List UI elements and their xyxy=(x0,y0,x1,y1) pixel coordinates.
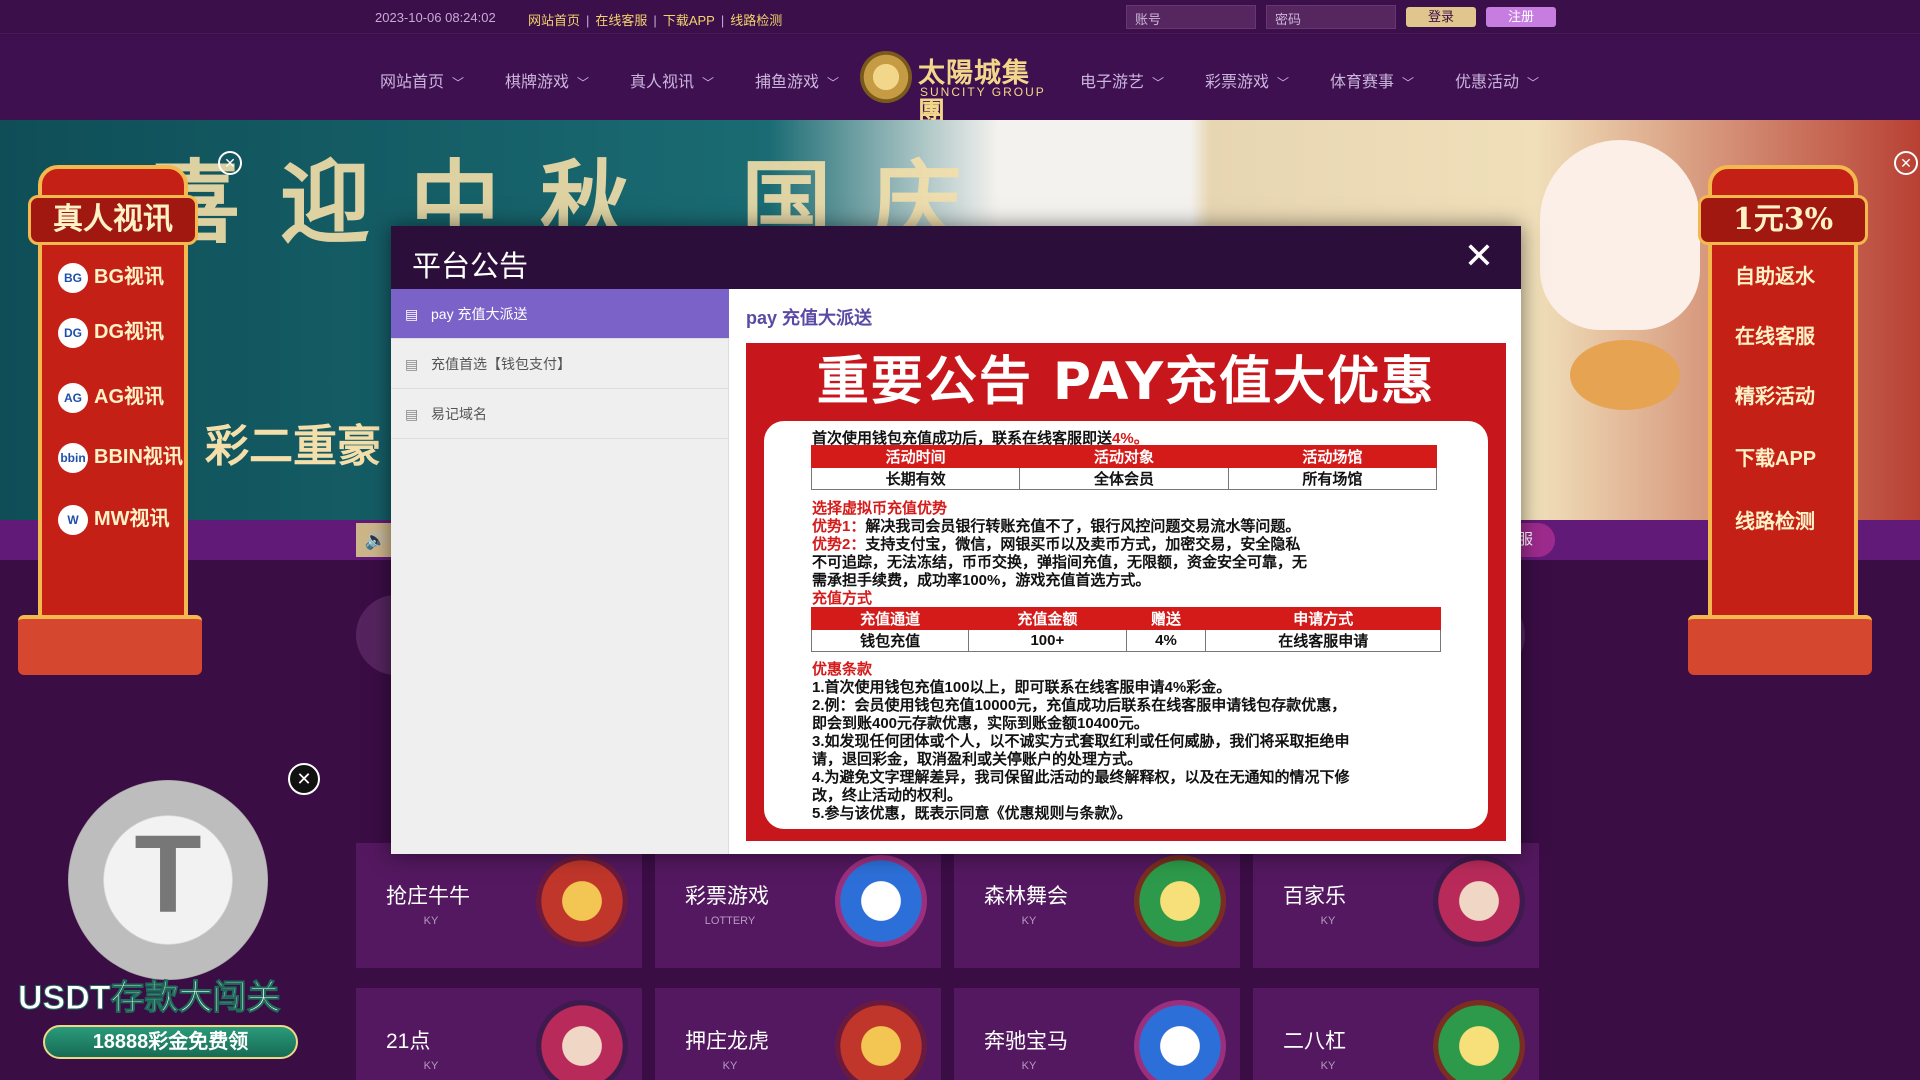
password-input[interactable]: 密码 xyxy=(1266,5,1396,29)
dg-icon: DG xyxy=(58,317,88,348)
account-input[interactable]: 账号 xyxy=(1126,5,1256,29)
game-icon xyxy=(536,1000,628,1080)
game-card[interactable]: 二八杠 KY xyxy=(1253,988,1539,1080)
right-float-item[interactable]: 精彩活动 xyxy=(1735,380,1865,420)
right-float-item[interactable]: 下载APP xyxy=(1735,442,1865,482)
announcement-item[interactable]: 易记域名 xyxy=(391,389,729,439)
game-icon xyxy=(536,855,628,947)
right-float-header: 1元3% xyxy=(1698,195,1868,245)
left-float-base xyxy=(18,615,202,675)
top-link-home[interactable]: 网站首页 xyxy=(528,13,580,28)
nav-item-live[interactable]: 真人视讯 xyxy=(630,68,714,92)
nav-item-chess[interactable]: 棋牌游戏 xyxy=(505,68,589,92)
close-icon[interactable]: ✕ xyxy=(218,151,242,175)
close-icon[interactable]: ✕ xyxy=(1894,151,1918,175)
right-float-base xyxy=(1688,615,1872,675)
game-icon xyxy=(835,1000,927,1080)
game-icon xyxy=(1134,855,1226,947)
site-logo[interactable]: 太陽城集團 SUNCITY GROUP xyxy=(860,47,1055,127)
mooncake-illustration xyxy=(1570,340,1680,410)
left-float-item[interactable]: BG BG视讯 xyxy=(58,260,188,300)
announcement-list: pay 充值大派送 充值首选【钱包支付】 易记域名 xyxy=(391,289,729,854)
left-float-item[interactable]: DG DG视讯 xyxy=(58,315,188,355)
usdt-promo-title: USDT存款大闯关 xyxy=(18,979,282,1018)
left-float-ad: 真人视讯 BG BG视讯 DG DG视讯 AG AG视讯 bbin BBIN视讯 W MW… xyxy=(10,151,242,675)
nav-item-promos[interactable]: 优惠活动 xyxy=(1455,68,1539,92)
right-float-item[interactable]: 在线客服 xyxy=(1735,320,1865,360)
main-nav: 网站首页 棋牌游戏 真人视讯 捕鱼游戏 太陽城集團 SUNCITY GROUP … xyxy=(0,35,1920,127)
register-button[interactable]: 注册 xyxy=(1486,7,1556,27)
game-card[interactable]: 奔驰宝马 KY xyxy=(954,988,1240,1080)
tether-coin-icon: T xyxy=(68,780,268,980)
notice-poster: 重要公告 PAY充值大优惠 首次使用钱包充值成功后，联系在线客服即送4%。 活动… xyxy=(746,343,1506,841)
game-icon xyxy=(1433,1000,1525,1080)
game-card[interactable]: 彩票游戏 LOTTERY xyxy=(655,843,941,968)
top-link-service[interactable]: 在线客服 xyxy=(595,13,647,28)
game-icon xyxy=(1433,855,1525,947)
modal-header: 平台公告 ✕ xyxy=(391,226,1521,289)
usdt-promo-subtitle: 18888彩金免费领 xyxy=(43,1025,298,1059)
ag-icon: AG xyxy=(58,382,88,413)
nav-item-fishing[interactable]: 捕鱼游戏 xyxy=(755,68,839,92)
right-float-item[interactable]: 自助返水 xyxy=(1735,260,1865,300)
right-float-item[interactable]: 线路检测 xyxy=(1735,505,1865,545)
datetime: 2023-10-06 08:24:02 xyxy=(375,10,496,25)
announcement-item[interactable]: 充值首选【钱包支付】 xyxy=(391,339,729,389)
game-card[interactable]: 百家乐 KY xyxy=(1253,843,1539,968)
announcement-modal: 平台公告 ✕ pay 充值大派送 充值首选【钱包支付】 易记域名 pay 充值大… xyxy=(391,226,1521,854)
bg-icon: BG xyxy=(58,262,88,293)
nav-item-lottery[interactable]: 彩票游戏 xyxy=(1205,68,1289,92)
close-icon[interactable]: ✕ xyxy=(1461,238,1497,275)
activity-table: 活动时间 活动对象 活动场馆 长期有效 全体会员 所有场馆 xyxy=(810,445,1438,490)
left-float-item[interactable]: AG AG视讯 xyxy=(58,380,188,420)
top-links: 网站首页 | 在线客服 | 下载APP | 线路检测 xyxy=(528,13,783,28)
game-card[interactable]: 押庄龙虎 KY xyxy=(655,988,941,1080)
login-button[interactable]: 登录 xyxy=(1406,7,1476,27)
top-bar: 2023-10-06 08:24:02 网站首页 | 在线客服 | 下载APP | 线路检测… xyxy=(0,0,1920,34)
speaker-icon: 🔊 xyxy=(356,523,396,557)
announcement-item[interactable]: pay 充值大派送 xyxy=(391,289,729,339)
top-link-download[interactable]: 下载APP xyxy=(663,13,715,28)
nav-item-sports[interactable]: 体育赛事 xyxy=(1330,68,1414,92)
banner-subtitle: 彩二重豪 xyxy=(205,422,381,471)
left-float-item[interactable]: W MW视讯 xyxy=(58,502,188,542)
game-card[interactable]: 森林舞会 KY xyxy=(954,843,1240,968)
poster-body: 首次使用钱包充值成功后，联系在线客服即送4%。 活动时间 活动对象 活动场馆 长期有… xyxy=(764,421,1488,829)
content-title: pay 充值大派送 xyxy=(746,308,873,328)
close-icon[interactable]: ✕ xyxy=(288,763,320,795)
bbin-icon: bbin xyxy=(58,442,88,473)
game-card[interactable]: 抢庄牛牛 KY xyxy=(356,843,642,968)
modal-title: 平台公告 xyxy=(412,251,529,283)
method-table: 充值通道 充值金额 赠送 申请方式 钱包充值 100+ 4% 在线客服申请 xyxy=(810,607,1441,652)
left-float-header: 真人视讯 xyxy=(28,195,198,245)
poster-headline: 重要公告 PAY充值大优惠 xyxy=(816,352,1436,412)
rabbit-illustration xyxy=(1540,140,1700,330)
nav-item-slots[interactable]: 电子游艺 xyxy=(1080,68,1164,92)
game-card[interactable]: 21点 KY xyxy=(356,988,642,1080)
usdt-promo[interactable]: T USDT存款大闯关 18888彩金免费领 ✕ xyxy=(8,760,320,1075)
right-float-ad: 1元3% 自助返水 在线客服 精彩活动 下载APP 线路检测 ✕ xyxy=(1680,151,1918,675)
sun-icon xyxy=(860,51,912,103)
nav-item-home[interactable]: 网站首页 xyxy=(380,68,464,92)
top-link-line-check[interactable]: 线路检测 xyxy=(730,13,782,28)
mw-icon: W xyxy=(58,504,88,535)
left-float-item[interactable]: bbin BBIN视讯 xyxy=(58,440,188,480)
game-icon xyxy=(835,855,927,947)
game-icon xyxy=(1134,1000,1226,1080)
